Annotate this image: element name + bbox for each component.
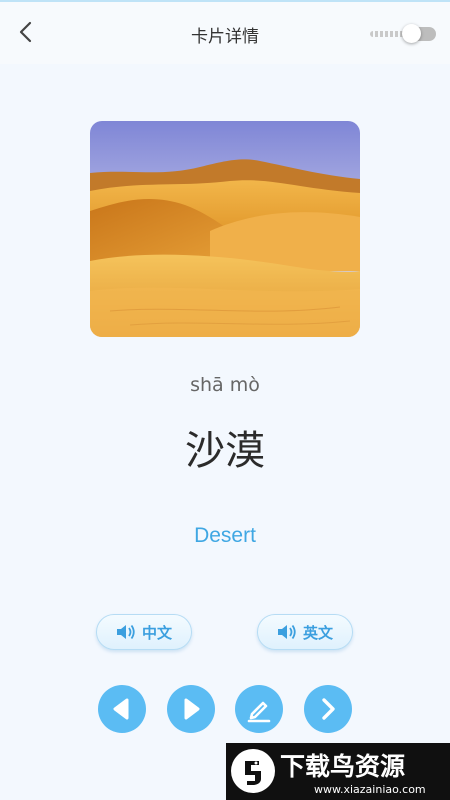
pencil-icon: [247, 701, 271, 723]
watermark-lettering: 下载鸟资源 www.xiazainiao.com: [280, 752, 426, 796]
speak-english-button[interactable]: 英文: [257, 614, 353, 650]
speak-english-label: 英文: [302, 623, 333, 642]
speak-chinese-label: 中文: [141, 623, 172, 642]
speak-chinese-button[interactable]: 中文: [96, 614, 192, 650]
triangle-left-icon: [113, 698, 129, 720]
play-button[interactable]: [167, 685, 215, 733]
toggle-dots: [370, 31, 406, 37]
bird-icon: [245, 761, 261, 785]
pinyin-text: shā mò: [190, 374, 260, 396]
edit-button[interactable]: [235, 685, 283, 733]
triangle-right-icon: [184, 698, 200, 720]
card-image: [90, 121, 360, 337]
desert-image: [90, 121, 360, 337]
svg-text:www.xiazainiao.com: www.xiazainiao.com: [314, 783, 426, 796]
chinese-word: 沙漠: [185, 428, 265, 474]
header-bar: 卡片详情: [0, 2, 450, 64]
watermark-bird-logo: [231, 749, 275, 793]
speaker-icon: [116, 624, 135, 640]
chevron-right-icon: [322, 698, 335, 720]
watermark-overlay: 下载鸟资源 www.xiazainiao.com: [226, 743, 450, 800]
toggle-knob: [402, 24, 421, 43]
next-card-button[interactable]: [304, 685, 352, 733]
mode-toggle[interactable]: [368, 24, 436, 44]
previous-card-button[interactable]: [98, 685, 146, 733]
english-word: Desert: [194, 524, 256, 547]
svg-text:下载鸟资源: 下载鸟资源: [280, 752, 405, 781]
speaker-icon: [277, 624, 296, 640]
